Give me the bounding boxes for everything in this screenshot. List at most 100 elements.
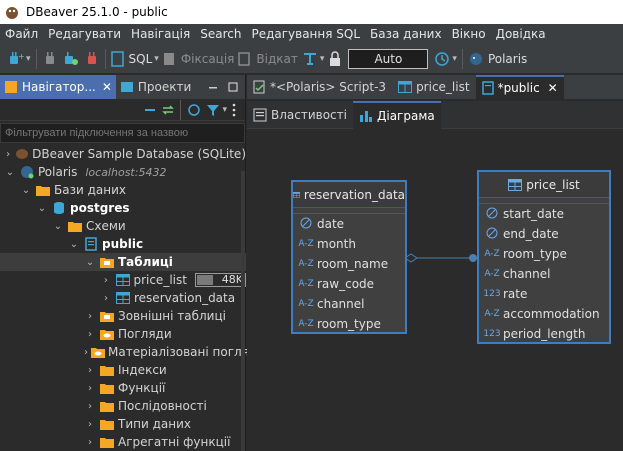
- attribute-row[interactable]: A-Z room_type: [293, 314, 405, 334]
- chevron-right-icon[interactable]: ›: [84, 437, 96, 448]
- attribute-row[interactable]: start_date: [479, 204, 609, 224]
- chevron-right-icon[interactable]: ›: [84, 347, 88, 358]
- tree-node-reservation-data[interactable]: › reservation_data: [0, 289, 246, 307]
- menu-window[interactable]: Вікно: [447, 27, 491, 41]
- date-type-icon: [297, 217, 315, 232]
- entity-header[interactable]: price_list: [479, 172, 609, 198]
- menu-edit[interactable]: Редагувати: [43, 27, 126, 41]
- er-diagram-canvas[interactable]: reservation_data date A-Z month A-Z room_n…: [247, 130, 623, 451]
- chevron-down-icon[interactable]: ⌄: [4, 167, 16, 178]
- view-menu-button[interactable]: [231, 98, 237, 122]
- tab-diagram[interactable]: Діаграма: [352, 100, 441, 129]
- chevron-down-icon[interactable]: ⌄: [20, 185, 32, 196]
- menu-navigate[interactable]: Навігація: [126, 27, 195, 41]
- tree-node-label: Агрегатні функції: [118, 435, 231, 449]
- link-with-editor-button[interactable]: [161, 98, 175, 122]
- tab-public[interactable]: *public ✕: [475, 75, 564, 99]
- new-connection-button[interactable]: + ▾: [6, 47, 31, 71]
- tree-node-indexes[interactable]: › Індекси: [0, 361, 246, 379]
- tree-node-label: Функції: [118, 381, 166, 395]
- chevron-right-icon[interactable]: ›: [84, 419, 96, 430]
- attribute-row[interactable]: 123 rate: [479, 284, 609, 304]
- minimize-panel-button[interactable]: [205, 75, 221, 99]
- attribute-name: month: [317, 237, 356, 251]
- tree-node-tables[interactable]: ⌄ Таблиці: [0, 253, 246, 271]
- tab-script-3[interactable]: *<Polaris> Script-3: [247, 75, 392, 99]
- active-connection-selector[interactable]: Polaris: [468, 47, 527, 71]
- entity-header[interactable]: reservation_data: [293, 182, 405, 208]
- attribute-row[interactable]: A-Z room_name: [293, 254, 405, 274]
- attribute-row[interactable]: A-Z channel: [293, 294, 405, 314]
- tree-node-sequences[interactable]: › Послідовності: [0, 397, 246, 415]
- entity-price-list[interactable]: price_list start_date end_date A-Z room_t…: [477, 170, 611, 344]
- disconnect-button[interactable]: [84, 47, 100, 71]
- chevron-right-icon[interactable]: ›: [4, 149, 12, 160]
- chevron-right-icon[interactable]: ›: [100, 293, 112, 304]
- maximize-panel-button[interactable]: [225, 75, 241, 99]
- menu-help[interactable]: Довідка: [491, 27, 551, 41]
- lock-button[interactable]: [328, 47, 342, 71]
- tab-properties[interactable]: Властивості: [247, 101, 353, 129]
- tree-node-public[interactable]: ⌄ public: [0, 235, 246, 253]
- rollback-button[interactable]: Відкат: [238, 47, 298, 71]
- tree-node-aggregate-functions[interactable]: › Агрегатні функції: [0, 433, 246, 451]
- tree-node-schemas[interactable]: ⌄ Схеми: [0, 217, 246, 235]
- chevron-right-icon[interactable]: ›: [84, 383, 96, 394]
- connect-button[interactable]: [42, 47, 58, 71]
- invalidate-reconnect-button[interactable]: [62, 47, 80, 71]
- attribute-row[interactable]: A-Z raw_code: [293, 274, 405, 294]
- close-icon[interactable]: ✕: [548, 81, 558, 95]
- attribute-row[interactable]: 123 period_length: [479, 324, 609, 344]
- entity-reservation-data[interactable]: reservation_data date A-Z month A-Z room_n…: [291, 180, 407, 334]
- filter-button[interactable]: ▾: [206, 98, 227, 122]
- history-button[interactable]: ▾: [434, 47, 457, 71]
- collapse-all-button[interactable]: [143, 98, 157, 122]
- chevron-down-icon[interactable]: ⌄: [36, 203, 48, 214]
- chevron-down-icon[interactable]: ⌄: [68, 239, 80, 250]
- folder-icon: [99, 399, 115, 413]
- tree-node-foreign-tables[interactable]: › Зовнішні таблиці: [0, 307, 246, 325]
- tree-node-functions[interactable]: › Функції: [0, 379, 246, 397]
- open-sql-editor-button[interactable]: SQL ▾: [110, 47, 159, 71]
- menu-file[interactable]: Файл: [0, 27, 43, 41]
- chevron-down-icon: ▾: [154, 53, 159, 64]
- navigator-scrollbar[interactable]: [241, 171, 245, 451]
- schemas-folder-icon: [67, 219, 83, 233]
- close-icon[interactable]: ✕: [102, 80, 112, 94]
- string-type-icon: A-Z: [298, 239, 314, 249]
- tab-database-navigator[interactable]: Навігатор... ✕: [0, 75, 116, 99]
- menu-search[interactable]: Search: [195, 27, 246, 41]
- tree-node-materialized-views[interactable]: › Матеріалізовані погляди: [0, 343, 265, 361]
- tab-projects[interactable]: Проекти: [116, 75, 195, 99]
- attribute-row[interactable]: date: [293, 214, 405, 234]
- attribute-row[interactable]: A-Z channel: [479, 264, 609, 284]
- connection-filter-input[interactable]: [0, 123, 245, 143]
- toolbar-separator: [35, 48, 37, 69]
- commit-button[interactable]: Фіксація: [163, 47, 234, 71]
- attribute-row[interactable]: A-Z month: [293, 234, 405, 254]
- tab-price-list[interactable]: price_list: [392, 75, 476, 99]
- configure-button[interactable]: [186, 98, 202, 122]
- chevron-right-icon[interactable]: ›: [84, 329, 96, 340]
- chevron-down-icon[interactable]: ⌄: [52, 221, 64, 232]
- chevron-right-icon[interactable]: ›: [84, 365, 96, 376]
- attribute-row[interactable]: A-Z accommodation: [479, 304, 609, 324]
- tree-node-data-types[interactable]: › Типи даних: [0, 415, 246, 433]
- tree-node-sample-database[interactable]: › DBeaver Sample Database (SQLite): [0, 145, 246, 163]
- attribute-row[interactable]: end_date: [479, 224, 609, 244]
- tree-node-price-list[interactable]: › price_list 48K: [0, 271, 246, 289]
- transaction-mode-button[interactable]: ▾: [302, 47, 324, 71]
- transaction-mode-field[interactable]: Auto: [348, 48, 429, 69]
- chevron-right-icon[interactable]: ›: [100, 275, 112, 286]
- menu-database[interactable]: База даних: [365, 27, 447, 41]
- chevron-right-icon[interactable]: ›: [84, 311, 96, 322]
- numeric-type-icon: 123: [483, 329, 501, 339]
- chevron-right-icon[interactable]: ›: [84, 401, 96, 412]
- menu-sql-editor[interactable]: Редагування SQL: [246, 27, 365, 41]
- attribute-row[interactable]: A-Z room_type: [479, 244, 609, 264]
- tree-node-polaris[interactable]: ⌄ Polaris localhost:5432: [0, 163, 246, 181]
- tree-node-views[interactable]: › Погляди: [0, 325, 246, 343]
- tree-node-postgres[interactable]: ⌄ postgres: [0, 199, 246, 217]
- chevron-down-icon[interactable]: ⌄: [84, 257, 96, 268]
- tree-node-databases[interactable]: ⌄ Бази даних: [0, 181, 246, 199]
